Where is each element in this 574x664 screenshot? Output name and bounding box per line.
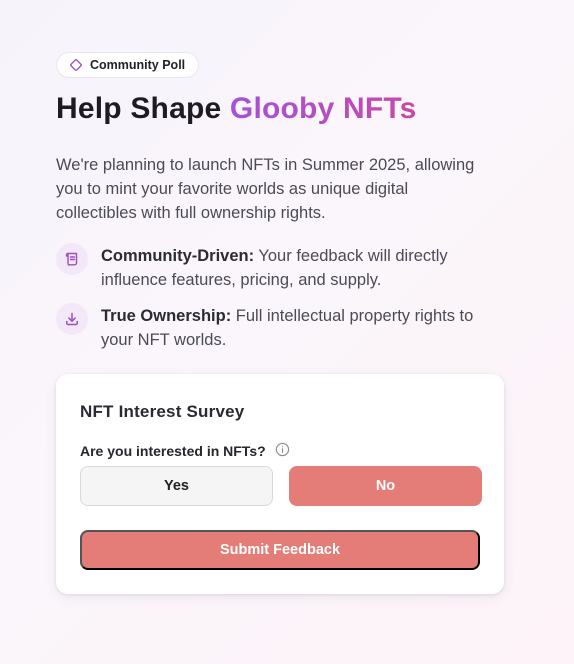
- diamond-icon: [69, 58, 83, 72]
- scroll-icon: [56, 243, 88, 275]
- feature-community-driven: Community-Driven: Your feedback will dir…: [56, 243, 506, 292]
- page-title: Help Shape Glooby NFTs: [56, 92, 417, 126]
- title-highlight: Glooby NFTs: [229, 92, 417, 125]
- no-option-button[interactable]: No: [289, 466, 482, 506]
- survey-card: NFT Interest Survey Are you interested i…: [56, 374, 504, 594]
- feature-text: True Ownership: Full intellectual proper…: [101, 303, 506, 352]
- intro-description: We're planning to launch NFTs in Summer …: [56, 156, 475, 222]
- info-icon[interactable]: [275, 442, 290, 460]
- feature-text: Community-Driven: Your feedback will dir…: [101, 243, 506, 292]
- feature-title: True Ownership:: [101, 307, 232, 325]
- download-icon: [56, 303, 88, 335]
- yes-option-button[interactable]: Yes: [80, 466, 273, 506]
- survey-question: Are you interested in NFTs?: [80, 442, 290, 460]
- feature-title: Community-Driven:: [101, 247, 255, 265]
- feature-true-ownership: True Ownership: Full intellectual proper…: [56, 303, 506, 352]
- question-label: Are you interested in NFTs?: [80, 443, 266, 459]
- badge-label: Community Poll: [90, 58, 186, 72]
- survey-title: NFT Interest Survey: [80, 402, 245, 421]
- title-prefix: Help Shape: [56, 92, 222, 125]
- submit-feedback-button[interactable]: Submit Feedback: [80, 530, 480, 570]
- community-poll-badge: Community Poll: [56, 52, 200, 78]
